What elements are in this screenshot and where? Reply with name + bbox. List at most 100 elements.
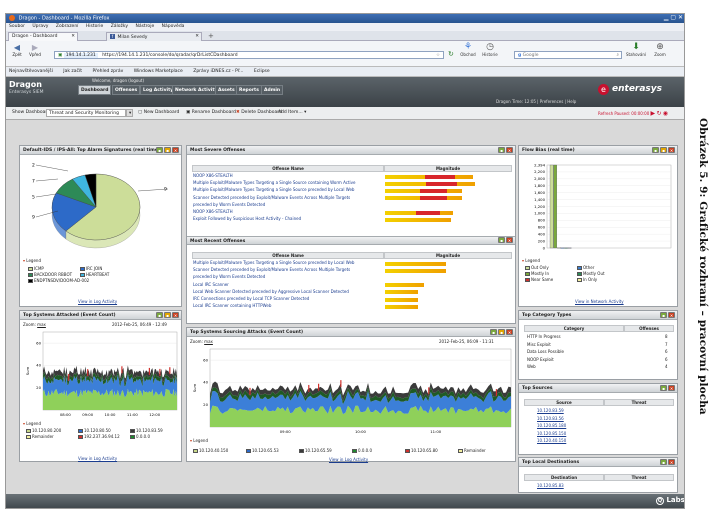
close-icon[interactable]: ✕ — [668, 147, 675, 153]
col-offenses[interactable]: Offenses — [624, 325, 674, 332]
offense-row-link[interactable]: NOOP X86-STEALTH — [193, 173, 383, 178]
forward-button[interactable]: ▶ Vpřed — [27, 43, 43, 57]
bookmark-getting-started[interactable]: Jak začít — [63, 69, 82, 74]
settings-icon[interactable]: ▪ — [156, 147, 163, 153]
offense-row-link[interactable]: Scanner Detected preceded by Exploit/Mal… — [193, 195, 383, 200]
ip-link[interactable]: 10.120.83.59 — [537, 408, 564, 413]
legend-item[interactable]: Mostly Out — [577, 271, 605, 276]
reload-icon[interactable]: ↻ — [448, 50, 454, 58]
category-name[interactable]: NOOP Exploit — [527, 357, 554, 362]
ip-link[interactable]: 10.120.85.180 — [537, 423, 566, 428]
settings-icon[interactable]: ▪ — [498, 147, 505, 153]
close-icon[interactable]: ✕ — [71, 34, 75, 39]
close-icon[interactable]: ✕ — [172, 147, 179, 153]
offense-row-link[interactable]: Local IRC Scanner — [193, 282, 383, 287]
col-offense-name[interactable]: Offense Name — [192, 252, 384, 259]
close-icon[interactable]: ✕ — [195, 34, 199, 39]
legend-item[interactable]: Mostly In — [525, 271, 549, 276]
close-icon[interactable]: ✕ — [506, 147, 513, 153]
legend-item[interactable]: Out Only — [525, 265, 549, 270]
magnifier-icon[interactable]: ⌕ — [616, 52, 619, 59]
offense-row-link[interactable]: preceded by Worm Events Detected — [193, 202, 383, 207]
help-icon[interactable]: ◉ — [663, 110, 668, 117]
ip-link[interactable]: 10.120.85.83 — [537, 483, 564, 488]
menu-tools[interactable]: Nástroje — [135, 24, 154, 29]
star-icon[interactable]: ☆ — [436, 52, 440, 59]
tab-reports[interactable]: Reports — [236, 85, 262, 95]
close-icon[interactable]: ✕ — [668, 459, 675, 465]
ip-link[interactable]: 10.120.85.150 — [537, 431, 566, 436]
menu-edit[interactable]: Úpravy — [32, 24, 48, 29]
play-icon[interactable]: ▶ — [651, 110, 656, 117]
zoom-button[interactable]: ⊕ Zoom — [650, 42, 670, 57]
category-name[interactable]: HTTP In Progress — [527, 334, 561, 339]
tab-offenses[interactable]: Offenses — [112, 85, 141, 95]
offense-row-link[interactable]: Multiple Exploit/Malware Types Targeting… — [193, 187, 383, 192]
downloads-button[interactable]: ⬇ Stahování — [626, 42, 646, 57]
back-button[interactable]: ◀ Zpět — [9, 43, 25, 57]
col-threat[interactable]: Threat — [604, 474, 674, 481]
close-icon[interactable]: ✕ — [506, 237, 513, 243]
delete-dashboard-button[interactable]: ✖ Delete Dashboard — [236, 110, 282, 115]
menu-bookmarks[interactable]: Záložky — [111, 24, 128, 29]
settings-icon[interactable]: ▪ — [156, 312, 163, 318]
legend-item[interactable]: IRC JOIN — [80, 266, 102, 271]
offense-row-link[interactable]: IRC Connections preceded by Local TCP Sc… — [193, 296, 383, 301]
new-tab-button[interactable]: + — [208, 32, 214, 40]
col-threat[interactable]: Threat — [604, 399, 674, 406]
tab-admin[interactable]: Admin — [261, 85, 284, 95]
menu-help[interactable]: Nápověda — [162, 24, 185, 29]
view-in-log-activity-link[interactable]: View in Log Activity — [78, 299, 117, 304]
offense-row-link[interactable]: Multiple Exploit/Malware Types Targeting… — [193, 260, 383, 265]
ip-link[interactable]: 10.120.83.56 — [537, 416, 564, 421]
col-offense-name[interactable]: Offense Name — [192, 165, 384, 172]
minimize-icon[interactable]: ▪ — [164, 147, 171, 153]
close-icon[interactable]: ✕ — [172, 312, 179, 318]
category-name[interactable]: Web — [527, 364, 536, 369]
view-in-log-activity-link[interactable]: View in Log Activity — [329, 457, 368, 462]
settings-icon[interactable]: ▪ — [660, 385, 667, 391]
col-magnitude[interactable]: Magnitude — [384, 165, 512, 172]
legend-item[interactable]: Remainder — [458, 448, 486, 453]
legend-item[interactable]: 10.120.80.200 — [26, 428, 61, 433]
bookmark-eclipse[interactable]: Eclipse — [254, 69, 270, 74]
settings-icon[interactable]: ▪ — [660, 459, 667, 465]
legend-item[interactable]: Near Same — [525, 277, 553, 282]
settings-icon[interactable]: ▪ — [498, 237, 505, 243]
legend-item[interactable]: 10.120.40.150 — [193, 448, 228, 453]
minimize-icon[interactable]: ▪ — [498, 329, 505, 335]
legend-item[interactable]: 10.120.83.59 — [130, 428, 163, 433]
chevron-down-icon[interactable]: ▾ — [126, 109, 133, 117]
legend-item[interactable]: BACKDOOR RBBOT — [28, 272, 72, 277]
dashboard-select[interactable]: Threat and Security Monitoring — [46, 109, 126, 117]
bookmark-most-visited[interactable]: Nejnavštěvovanější — [9, 69, 53, 74]
welcome-text[interactable]: Welcome, dragon (logout) — [92, 78, 144, 83]
offense-row-link[interactable]: Local Web Scanner Detected preceded by A… — [193, 289, 383, 294]
legend-item[interactable]: 10.120.65.53 — [246, 448, 279, 453]
time-bar[interactable]: Dragon Time: 12:05 | Preferences | Help — [496, 99, 576, 104]
window-controls[interactable]: ▁ ▢ ✕ — [664, 14, 683, 21]
menu-view[interactable]: Zobrazení — [56, 24, 79, 29]
tab-dashboard[interactable]: Dashboard — [78, 85, 112, 95]
browser-tab-dashboard[interactable]: Dragon - Dashboard ✕ — [8, 32, 78, 41]
offense-row-link[interactable]: Scanner Detected preceded by Exploit/Mal… — [193, 267, 383, 272]
offense-row-link[interactable]: NOOP X86-STEALTH — [193, 209, 383, 214]
minimize-icon[interactable]: ▪ — [660, 147, 667, 153]
legend-item[interactable]: ENDPTNSDV/DOOM-AD-002 — [28, 278, 89, 283]
col-source[interactable]: Source — [524, 399, 604, 406]
legend-item[interactable]: 10.120.65.59 — [299, 448, 332, 453]
bookmark-windows-marketplace[interactable]: Windows Marketplace — [134, 69, 183, 74]
legend-item[interactable]: Other — [577, 265, 594, 270]
legend-item[interactable]: Remainder — [26, 434, 54, 439]
legend-item[interactable]: 10.120.65.80 — [405, 448, 438, 453]
legend-item[interactable]: 192.237.36.94.12 — [78, 434, 120, 439]
legend-item[interactable]: ICMP — [28, 266, 44, 271]
category-name[interactable]: Data Loss Possible — [527, 349, 564, 354]
close-icon[interactable]: ✕ — [506, 329, 513, 335]
minimize-icon[interactable]: ▪ — [164, 312, 171, 318]
bookmark-news[interactable]: Přehled zpráv — [92, 69, 123, 74]
zoom-value[interactable]: max — [204, 339, 213, 344]
store-button[interactable]: ⚘ Obchod — [458, 42, 478, 57]
settings-icon[interactable]: ▪ — [660, 312, 667, 318]
new-dashboard-button[interactable]: ▢ New Dashboard — [138, 110, 179, 115]
